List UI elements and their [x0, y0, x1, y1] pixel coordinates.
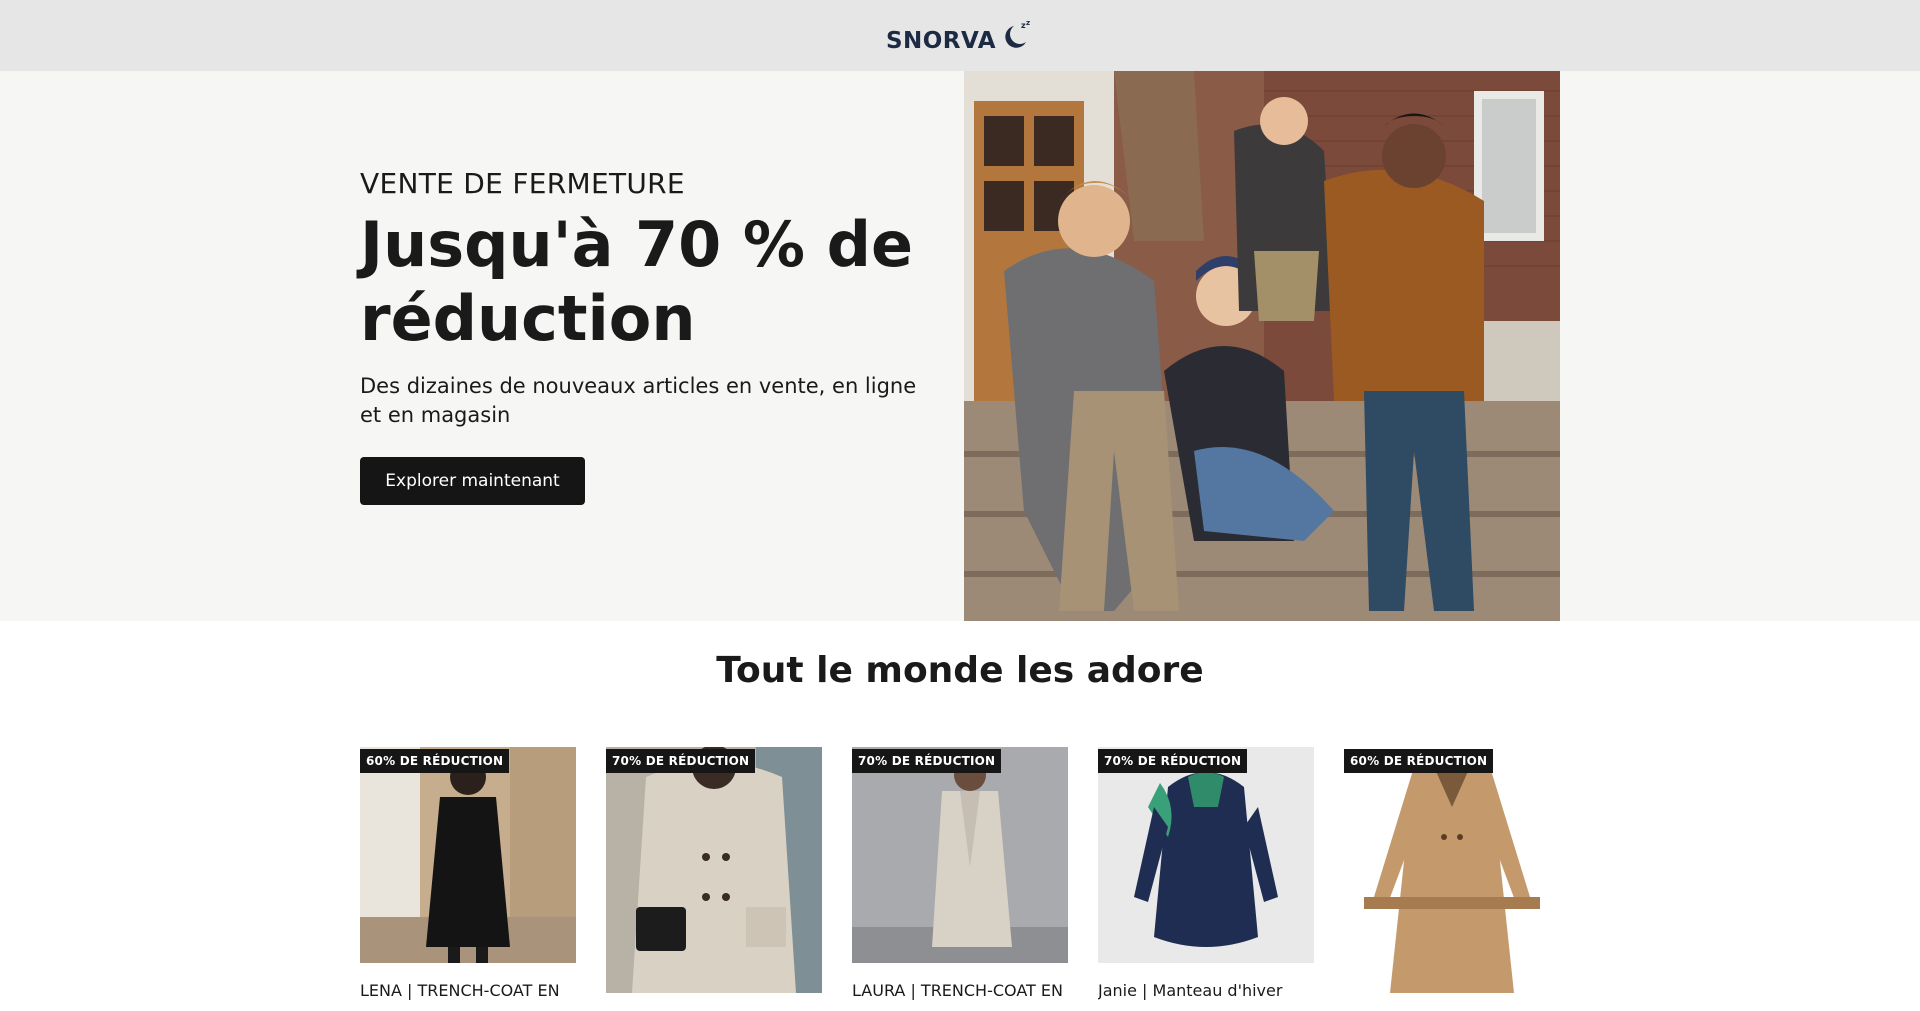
product-title[interactable]: LAURA | TRENCH-COAT EN — [852, 981, 1068, 1000]
product-card[interactable]: 70% DE RÉDUCTION Janie | Manteau d'hiver — [1098, 747, 1314, 1000]
hero-text-block: VENTE DE FERMETURE Jusqu'à 70 % de réduc… — [360, 167, 920, 505]
hero-headline: Jusqu'à 70 % de réduction — [360, 208, 914, 355]
product-card[interactable]: 70% DE RÉDUCTION — [606, 747, 822, 1011]
brand-logo[interactable]: SNORVA z z — [886, 18, 1034, 54]
explore-now-button[interactable]: Explorer maintenant — [360, 457, 585, 505]
product-image[interactable]: 60% DE RÉDUCTION — [1344, 747, 1560, 993]
discount-badge: 70% DE RÉDUCTION — [852, 749, 1002, 773]
product-card[interactable]: 70% DE RÉDUCTION LAURA | TRENCH-COAT EN — [852, 747, 1068, 1000]
product-title[interactable]: Janie | Manteau d'hiver — [1098, 981, 1314, 1000]
product-title[interactable]: LENA | TRENCH-COAT EN — [360, 981, 576, 1000]
product-image[interactable]: 60% DE RÉDUCTION — [360, 747, 576, 963]
product-grid: 60% DE RÉDUCTION LENA | TRENCH-COAT EN 7… — [360, 747, 1560, 1000]
discount-badge: 60% DE RÉDUCTION — [1344, 749, 1494, 773]
site-header: SNORVA z z — [0, 0, 1920, 71]
brand-name: SNORVA — [885, 27, 997, 54]
product-card[interactable]: 60% DE RÉDUCTION — [1344, 747, 1560, 1011]
product-image[interactable]: 70% DE RÉDUCTION — [606, 747, 822, 993]
hero-eyebrow: VENTE DE FERMETURE — [360, 167, 685, 200]
hero-image — [964, 71, 1560, 621]
product-image[interactable]: 70% DE RÉDUCTION — [852, 747, 1068, 963]
hero-subline: Des dizaines de nouveaux articles en ven… — [360, 374, 917, 427]
product-image[interactable]: 70% DE RÉDUCTION — [1098, 747, 1314, 963]
discount-badge: 70% DE RÉDUCTION — [606, 749, 756, 773]
discount-badge: 60% DE RÉDUCTION — [360, 749, 510, 773]
section-title: Tout le monde les adore — [716, 650, 1204, 691]
discount-badge: 70% DE RÉDUCTION — [1098, 749, 1248, 773]
svg-text:z: z — [1026, 19, 1030, 27]
crescent-moon-zz-icon: z z — [1005, 19, 1030, 48]
product-card[interactable]: 60% DE RÉDUCTION LENA | TRENCH-COAT EN — [360, 747, 576, 1000]
hero-banner: VENTE DE FERMETURE Jusqu'à 70 % de réduc… — [0, 71, 1920, 621]
